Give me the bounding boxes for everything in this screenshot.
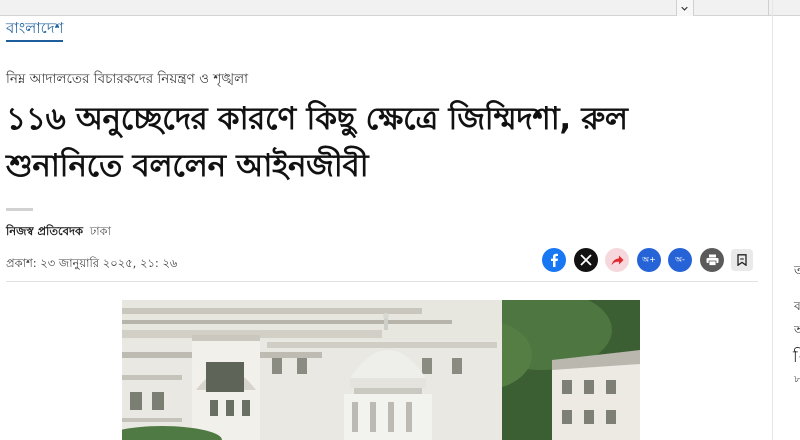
- sidebar-text-fragment[interactable]: ি: [793, 344, 800, 371]
- print-button[interactable]: [700, 248, 724, 272]
- sidebar-text-fragment: ৮: [794, 374, 800, 385]
- font-increase-icon: অ+: [642, 254, 656, 264]
- bookmark-button[interactable]: [731, 249, 753, 271]
- sidebar-text-fragment[interactable]: ত: [794, 262, 800, 282]
- chevron-down-icon[interactable]: [681, 5, 688, 12]
- print-icon: [706, 254, 718, 266]
- forward-share-button[interactable]: [605, 248, 629, 272]
- author-location: ঢাকা: [89, 224, 111, 238]
- sidebar-text-fragment[interactable]: ব: [794, 298, 800, 318]
- toolbar-divider: [768, 0, 769, 16]
- article-kicker[interactable]: নিম্ন আদালতের বিচারকদের নিয়ন্ত্রণ ও শৃঙ…: [6, 68, 248, 91]
- author-name[interactable]: নিজস্ব প্রতিবেদক: [6, 224, 83, 238]
- font-increase-button[interactable]: অ+: [637, 248, 661, 272]
- font-decrease-button[interactable]: অ-: [668, 248, 692, 272]
- sidebar-text-fragment[interactable]: অ: [794, 322, 800, 342]
- x-share-button[interactable]: [574, 248, 598, 272]
- x-icon: [580, 254, 592, 266]
- section-link[interactable]: বাংলাদেশ: [6, 19, 64, 42]
- facebook-share-button[interactable]: [542, 248, 566, 272]
- bookmark-icon: [737, 254, 747, 266]
- article-headline: ১১৬ অনুচ্ছেদের কারণে কিছু ক্ষেত্রে জিম্ম…: [6, 101, 628, 184]
- font-decrease-icon: অ-: [675, 254, 685, 264]
- byline: নিজস্ব প্রতিবেদক ঢাকা: [6, 223, 111, 242]
- browser-toolbar: [0, 0, 800, 16]
- facebook-icon: [551, 253, 558, 267]
- right-sidebar: ত ব অ ি ৮: [772, 0, 800, 440]
- forward-icon: [611, 255, 623, 265]
- content-divider: [6, 281, 758, 282]
- article-photo[interactable]: [122, 300, 640, 440]
- byline-divider: [6, 208, 33, 211]
- publish-time: প্রকাশ: ২৩ জানুয়ারি ২০২৫, ২১: ২৬: [6, 256, 178, 270]
